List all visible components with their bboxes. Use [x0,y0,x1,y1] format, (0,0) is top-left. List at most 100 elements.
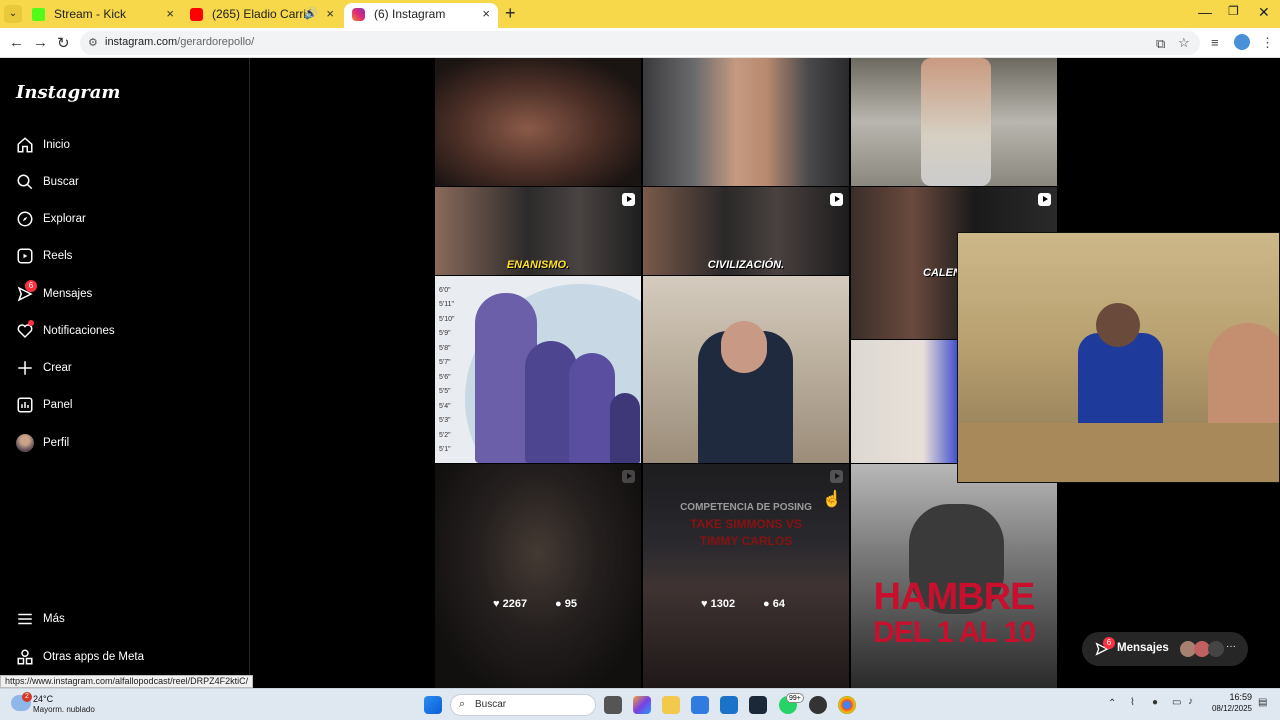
close-tab-icon[interactable]: × [166,3,174,25]
nav-label: Crear [43,362,72,374]
post-tile[interactable]: HAMBRE DEL 1 AL 10 [851,464,1057,688]
nav-label: Otras apps de Meta [43,651,144,663]
reel-icon [830,193,843,206]
kick-favicon-icon [32,8,45,21]
browser-toolbar: ← → ↻ ⚙ instagram.com/gerardorepollo/ ⧉ … [0,28,1280,58]
mic-icon[interactable]: ● [1152,697,1158,708]
height-chart-tile[interactable]: 6'0" 5'11" 5'10" 5'9" 5'8" 5'7" 5'6" 5'5… [435,276,641,463]
obs-icon[interactable] [809,696,827,714]
close-tab-icon[interactable]: × [482,3,490,25]
post-tile[interactable] [643,276,849,463]
nav-mas[interactable]: Más [16,610,236,634]
menu-kebab-icon[interactable]: ⋮ [1261,35,1274,51]
nav-mensajes[interactable]: 6 Mensajes [16,280,236,309]
close-window-icon[interactable]: ✕ [1258,4,1270,21]
tab-instagram[interactable]: (6) Instagram × [344,3,498,28]
post-tile[interactable] [435,58,641,186]
search-icon: ⌕ [459,698,466,710]
clock-time[interactable]: 16:59 [1210,692,1252,702]
hambre-title: HAMBRE [873,576,1036,618]
tab-title: (265) Eladio Carrión, Brytiag [212,7,312,21]
avatar-icon [16,434,34,452]
taskbar-search[interactable]: ⌕ Buscar [450,694,596,716]
comments-count: ● 95 [555,598,577,610]
bookmark-star-icon[interactable]: ☆ [1178,35,1190,51]
tab-youtube[interactable]: (265) Eladio Carrión, Brytiag 🔊 × [182,3,342,28]
nav-inicio[interactable]: Inicio [16,136,236,160]
task-view-icon[interactable] [604,696,622,714]
post-tile[interactable] [851,58,1057,186]
search-icon [17,174,33,190]
steam-icon[interactable] [749,696,767,714]
height-label: 6'0" [439,287,451,294]
new-tab-button[interactable]: + [505,3,516,24]
speaker-icon[interactable]: 🔊 [304,3,318,25]
reload-icon[interactable]: ↻ [57,34,70,52]
forward-icon[interactable]: → [33,34,48,51]
nav-notificaciones[interactable]: Notificaciones [16,320,236,346]
tab-kick-dashboard[interactable]: Stream - Kick Dashboard × [24,3,182,43]
store-icon[interactable] [691,696,709,714]
chrome-icon[interactable] [838,696,856,714]
chevron-up-icon[interactable]: ⌃ [1108,698,1116,709]
nav-reels[interactable]: Reels [16,247,236,271]
reel-icon [1038,193,1051,206]
notification-dot [28,320,34,326]
post-tile[interactable] [643,58,849,186]
weather-badge: 2 [22,692,32,702]
meta-apps-icon [17,649,33,665]
unread-badge: 6 [1103,637,1115,649]
site-info-icon[interactable]: ⚙ [88,36,98,49]
more-icon: ··· [1226,641,1236,652]
close-tab-icon[interactable]: × [326,3,334,25]
tab-search-button[interactable]: ⌄ [4,5,22,23]
nav-label: Reels [43,250,73,262]
minimize-icon[interactable]: — [1198,4,1212,20]
instagram-logo[interactable]: Instagram [16,82,120,103]
cursor-hand-icon: ☝ [822,491,842,508]
home-icon [17,137,33,153]
volume-icon[interactable]: ♪ [1188,696,1193,707]
nav-perfil[interactable]: Perfil [16,434,236,458]
url-path: /gerardorepollo/ [177,36,255,48]
windows-start-icon[interactable] [424,696,442,714]
likes-count: ♥ 2267 [493,598,528,610]
nav-label: Panel [43,399,73,411]
copilot-icon[interactable] [633,696,651,714]
profile-post-grid: ENANISMO. CIVILIZACIÓN. CALEN 6'0" 5'11"… [250,58,1280,688]
nav-crear[interactable]: Crear [16,359,236,383]
outlook-icon[interactable] [720,696,738,714]
nav-buscar[interactable]: Buscar [16,173,236,197]
youtube-favicon-icon [190,8,203,21]
tab-title: (6) Instagram [374,7,446,21]
nav-label: Explorar [43,213,86,225]
install-app-icon[interactable]: ⧉ [1156,36,1165,52]
floating-video-overlay[interactable] [957,232,1280,483]
reel-tile[interactable]: CIVILIZACIÓN. [643,187,849,275]
compass-icon [17,211,33,227]
clock-date[interactable]: 08/12/2025 [1200,704,1252,713]
profile-avatar[interactable] [1234,34,1250,50]
whatsapp-badge: 99+ [786,693,804,703]
wifi-icon[interactable]: ⌇ [1130,697,1135,708]
post-tile[interactable]: COMPETENCIA DE POSING TAKE SIMMONS VS TI… [643,464,849,688]
media-controls-icon[interactable]: ≡ [1211,35,1219,50]
comments-value: 64 [772,598,785,610]
nav-panel[interactable]: Panel [16,396,236,420]
address-bar[interactable]: ⚙ instagram.com/gerardorepollo/ ⧉ ☆ [80,31,1200,55]
height-label: 5'9" [439,330,451,337]
network-icon[interactable]: ▭ [1172,697,1181,708]
back-icon[interactable]: ← [9,34,24,51]
height-label: 5'1" [439,446,451,453]
unread-badge: 6 [25,280,37,292]
nav-explorar[interactable]: Explorar [16,210,236,234]
nav-otras-apps[interactable]: Otras apps de Meta [16,648,236,672]
restore-icon[interactable]: ❐ [1228,4,1239,18]
notification-center-icon[interactable]: ▤ [1258,697,1267,708]
reel-tile[interactable]: ENANISMO. [435,187,641,275]
file-explorer-icon[interactable] [662,696,680,714]
messages-floating-button[interactable]: 6 Mensajes ··· [1082,632,1248,666]
hambre-subtitle: DEL 1 AL 10 [873,616,1036,649]
post-tile[interactable]: ♥ 2267 ● 95 [435,464,641,688]
url-text[interactable]: instagram.com/gerardorepollo/ [105,36,254,48]
